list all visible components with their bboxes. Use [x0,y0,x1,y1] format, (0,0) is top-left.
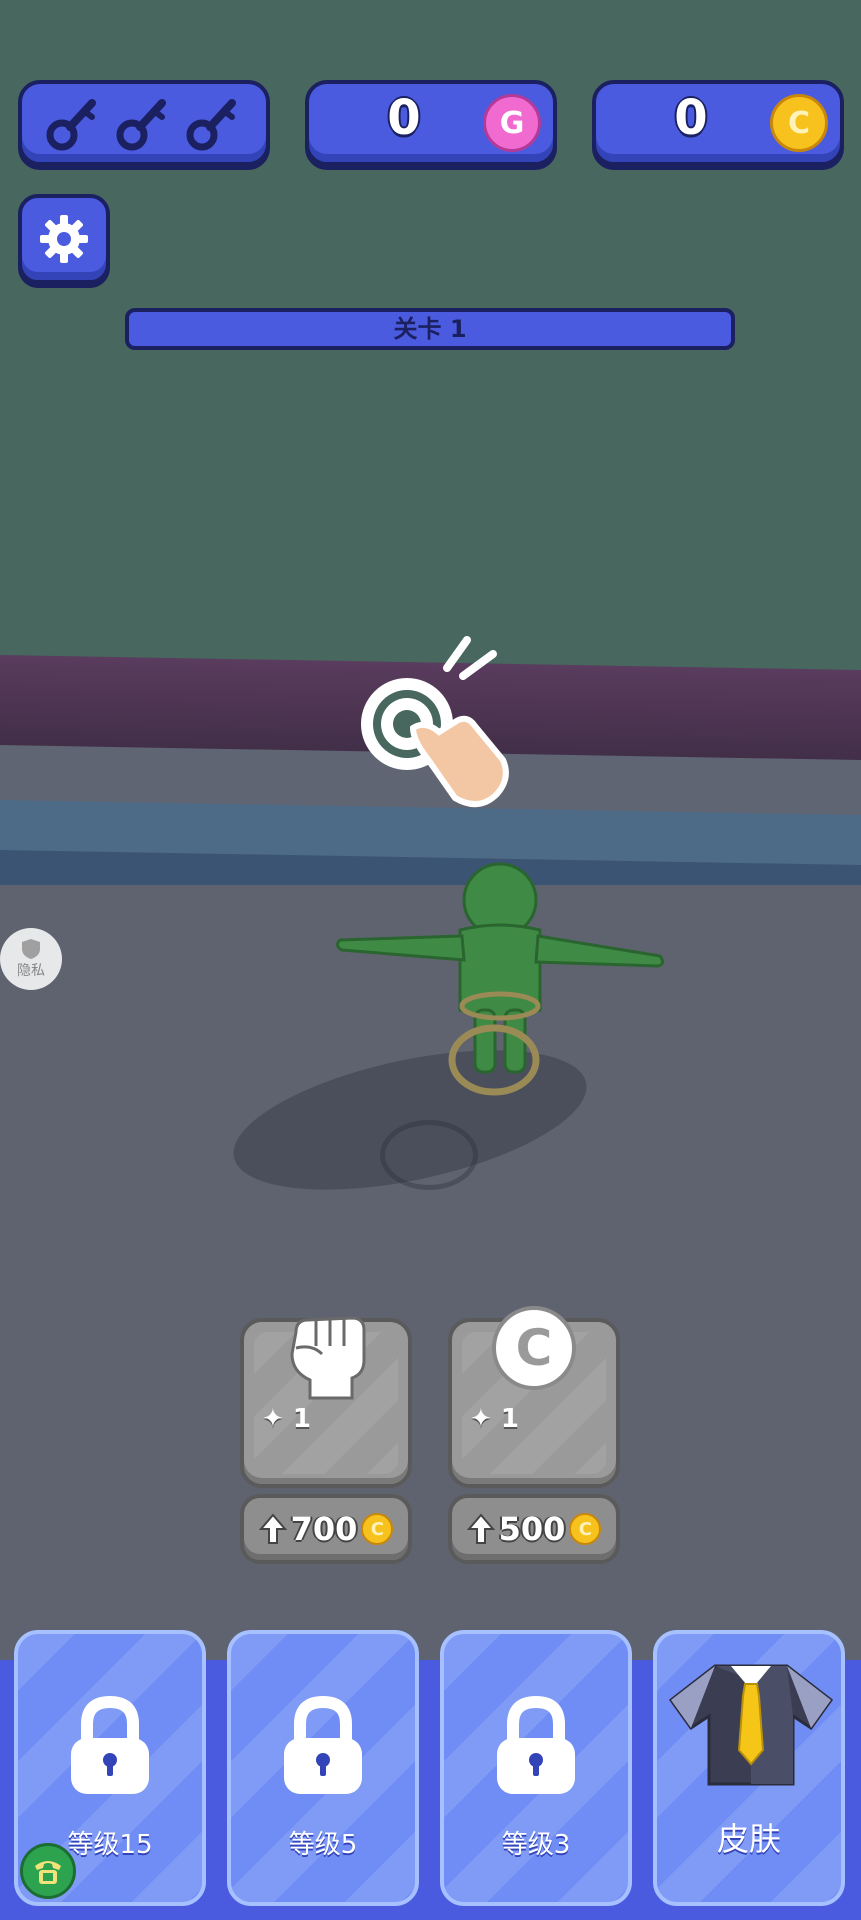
upgrade-price-income-button[interactable]: 500 C [448,1494,620,1564]
arrow-up-icon [466,1513,495,1544]
tab-level-5[interactable]: 等级5 [227,1630,419,1906]
coin-count: 0 [674,90,708,146]
key-icon [46,99,96,151]
player-character [335,862,665,1096]
upgrade-card-power[interactable]: ✦ 1 [240,1316,412,1488]
coin-icon: C [569,1513,602,1545]
upgrade-price: 700 [290,1510,358,1548]
tab-label: 等级5 [288,1830,358,1860]
customer-service-button[interactable] [20,1843,76,1899]
lock-icon [497,1695,575,1794]
gem-count: 0 [387,90,421,146]
upgrade-level: ✦ 1 [470,1404,519,1434]
keys-panel [18,80,270,166]
upgrade-price-power-button[interactable]: 700 C [240,1494,412,1564]
upgrade-price: 500 [498,1510,566,1548]
fist-icon [290,1316,366,1400]
gem-counter[interactable]: 0 G [305,80,557,166]
tab-level-3[interactable]: 等级3 [440,1630,632,1906]
coin-icon: C [770,94,828,152]
tap-hint-icon [361,636,509,807]
gem-icon: G [483,94,541,152]
arrow-up-icon [258,1513,287,1544]
shirt-icon [668,1664,834,1786]
lock-icon [71,1695,149,1794]
coin-icon: C [492,1306,576,1390]
upgrade-level: ✦ 1 [262,1404,311,1434]
privacy-label: 隐私 [17,963,45,979]
ring-shadow [380,1120,478,1190]
key-icon [186,99,236,151]
game-screen[interactable]: 0 G 0 C 关卡 1 隐私 ✦ 1 700 C C ✦ 1 500 C 等级… [0,0,861,1920]
key-icon [116,99,166,151]
settings-button[interactable] [18,194,110,284]
upgrade-card-income[interactable]: C ✦ 1 [448,1306,620,1488]
tab-label: 皮肤 [716,1820,781,1858]
lock-icon [284,1695,362,1794]
coin-icon: C [361,1513,394,1545]
coin-counter[interactable]: 0 C [592,80,844,166]
tab-label: 等级3 [501,1830,571,1860]
privacy-button[interactable]: 隐私 [0,928,62,990]
level-indicator: 关卡 1 [125,308,735,350]
coin-symbol: C [492,1306,576,1390]
gear-icon [40,215,88,263]
phone-icon [35,1861,61,1884]
level-label: 关卡 1 [393,315,467,343]
tab-skins[interactable]: 皮肤 [653,1630,845,1906]
shield-icon [22,939,40,959]
